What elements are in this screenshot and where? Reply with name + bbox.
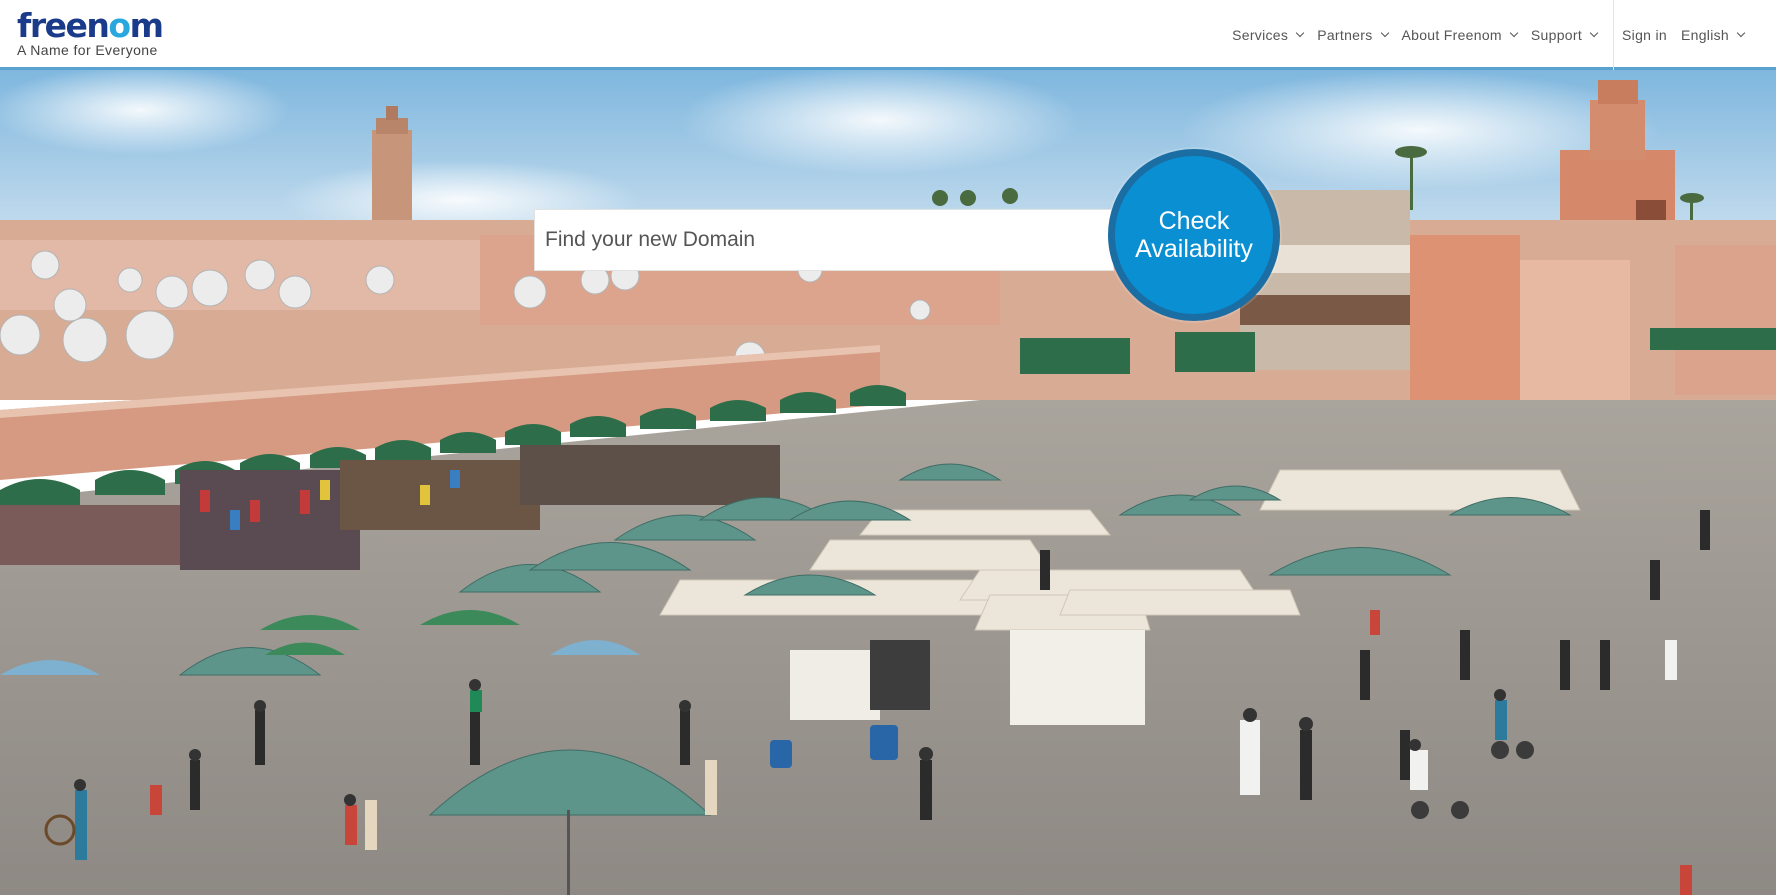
logo-wordmark: freenom [17, 6, 164, 45]
nav-about-label: About Freenom [1401, 27, 1502, 43]
main-nav: Services Partners About Freenom Support … [1232, 0, 1776, 70]
chevron-down-icon [1509, 28, 1519, 38]
sign-in-link[interactable]: Sign in [1622, 27, 1667, 43]
domain-search-box [534, 209, 1114, 271]
language-label: English [1680, 27, 1729, 43]
logo-tagline: A Name for Everyone [17, 42, 158, 58]
nav-services-label: Services [1232, 27, 1289, 43]
language-selector[interactable]: English [1680, 27, 1746, 43]
check-button-line2: Availability [1135, 235, 1253, 263]
chevron-down-icon [1736, 28, 1746, 38]
hero-marketplace-photo [0, 70, 1776, 895]
site-header: freenom A Name for Everyone Services Par… [0, 0, 1776, 70]
nav-partners[interactable]: Partners [1317, 27, 1389, 43]
nav-support-label: Support [1530, 27, 1583, 43]
nav-support[interactable]: Support [1530, 27, 1599, 43]
chevron-down-icon [1380, 28, 1389, 38]
nav-services[interactable]: Services [1232, 27, 1305, 43]
check-button-line1: Check [1158, 207, 1230, 235]
nav-partners-label: Partners [1317, 27, 1373, 43]
chevron-down-icon [1295, 28, 1305, 38]
nav-about[interactable]: About Freenom [1401, 27, 1519, 43]
check-availability-button[interactable]: Check Availability [1108, 149, 1280, 321]
chevron-down-icon [1589, 28, 1599, 38]
freenom-logo[interactable]: freenom A Name for Everyone [17, 6, 164, 59]
nav-divider [1613, 0, 1615, 70]
domain-search-input[interactable] [535, 210, 1113, 270]
sign-in-label: Sign in [1622, 27, 1667, 43]
